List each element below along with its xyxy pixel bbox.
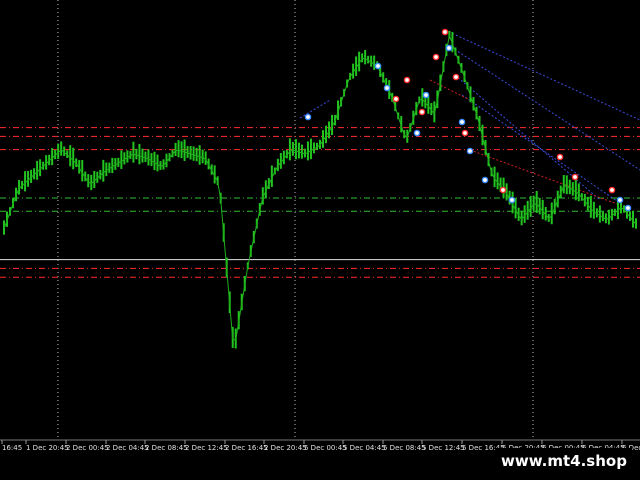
signal-marker [445, 44, 453, 52]
signal-marker [616, 196, 624, 204]
signal-marker [461, 129, 469, 137]
x-tick-label: 2 Dec 08:45 [145, 444, 188, 452]
signal-marker [422, 91, 430, 99]
x-tick-label: 1 Dec 20:45 [26, 444, 69, 452]
x-tick-label: 5 Dec 00:45 [304, 444, 347, 452]
signal-marker [418, 108, 426, 116]
signal-marker [624, 204, 632, 212]
signal-marker [571, 173, 579, 181]
x-tick-label: 2 Dec 00:45 [66, 444, 109, 452]
signal-marker [458, 118, 466, 126]
signal-marker [508, 196, 516, 204]
x-tick-label: 16:45 [2, 444, 22, 452]
x-tick-label: 5 Dec 08:45 [383, 444, 426, 452]
signal-marker [374, 62, 382, 70]
price-chart[interactable]: 16:45 1 Dec 20:452 Dec 00:452 Dec 04:452 … [0, 0, 640, 480]
signal-marker [413, 129, 421, 137]
x-tick-label: 2 Dec 12:45 [185, 444, 228, 452]
signal-marker [499, 186, 507, 194]
signal-marker [441, 28, 449, 36]
signal-marker [403, 76, 411, 84]
signal-marker [481, 176, 489, 184]
signal-marker [466, 147, 474, 155]
x-tick-label: 2 Dec 20:45 [264, 444, 307, 452]
signal-marker [304, 113, 312, 121]
signal-marker [608, 186, 616, 194]
signal-marker [432, 53, 440, 61]
watermark-logo: www.mt4.shop [496, 448, 632, 474]
signal-marker [392, 95, 400, 103]
x-tick-label: 5 Dec 04:45 [343, 444, 386, 452]
x-tick-label: 2 Dec 04:45 [106, 444, 149, 452]
x-tick-label: 5 Dec 12:45 [422, 444, 465, 452]
signal-marker [383, 84, 391, 92]
signal-marker [452, 73, 460, 81]
x-tick-label: 2 Dec 16:45 [225, 444, 268, 452]
signal-marker [556, 153, 564, 161]
